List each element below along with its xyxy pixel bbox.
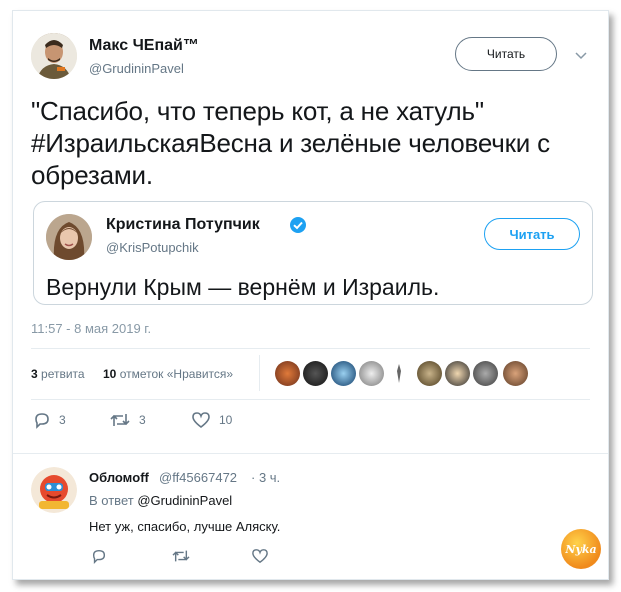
liker-avatar[interactable] xyxy=(303,361,328,386)
like-action[interactable]: 10 xyxy=(191,411,232,429)
retweets-stat[interactable]: 3 ретвита xyxy=(31,367,85,381)
liker-avatar[interactable] xyxy=(331,361,356,386)
author-avatar[interactable] xyxy=(31,33,77,79)
reply-time[interactable]: · 3 ч. xyxy=(251,470,280,485)
quoted-author-handle[interactable]: @KrisPotupchik xyxy=(106,240,199,255)
reply-text: Нет уж, спасибо, лучше Аляску. xyxy=(89,519,281,534)
reply-icon xyxy=(35,413,49,429)
heart-icon xyxy=(192,412,210,429)
author-avatar-picture xyxy=(31,33,77,79)
tweet-text-line: обрезами. xyxy=(31,160,153,190)
quoted-follow-button[interactable]: Читать xyxy=(484,218,580,250)
divider xyxy=(31,399,590,400)
author-name[interactable]: Макс ЧЕпай™ xyxy=(89,37,199,55)
liker-avatar[interactable] xyxy=(473,361,498,386)
liker-avatar[interactable] xyxy=(359,361,384,386)
liker-avatar[interactable] xyxy=(387,361,412,386)
liker-avatar[interactable] xyxy=(275,361,300,386)
author-handle[interactable]: @GrudininPavel xyxy=(89,61,184,76)
retweets-count: 3 xyxy=(31,367,38,381)
retweet-icon xyxy=(110,414,130,426)
reply-avatar-picture xyxy=(31,467,77,513)
verified-icon xyxy=(289,216,307,234)
likes-stat[interactable]: 10 отметок «Нравится» xyxy=(103,367,233,381)
retweet-count: 3 xyxy=(139,413,146,427)
retweet-icon xyxy=(172,550,190,562)
in-reply-to: В ответ @GrudininPavel xyxy=(89,493,232,508)
quoted-follow-button-label: Читать xyxy=(509,226,555,242)
tweet-text-line[interactable]: #ИзраильскаяВесна и зелёные человечки с xyxy=(31,127,601,159)
reply-action[interactable]: 3 xyxy=(33,411,66,429)
quoted-author-name[interactable]: Кристина Потупчик xyxy=(106,216,260,234)
reply-author-handle[interactable]: @ff45667472 xyxy=(159,470,237,485)
reply-retweet-action[interactable] xyxy=(171,548,191,569)
quoted-author-avatar[interactable] xyxy=(46,214,92,260)
watermark-logo: Nyka xyxy=(561,529,601,569)
follow-button[interactable]: Читать xyxy=(455,37,557,71)
quoted-tweet[interactable]: Кристина Потупчик @KrisPotupchik Читать … xyxy=(33,201,593,305)
reply-author-avatar[interactable] xyxy=(31,467,77,513)
tweet-card: Макс ЧЕпай™ @GrudininPavel Читать "Спаси… xyxy=(12,10,609,580)
tweet-timestamp[interactable]: 11:57 - 8 мая 2019 г. xyxy=(31,321,151,336)
in-reply-handle[interactable]: @GrudininPavel xyxy=(137,493,232,508)
section-divider xyxy=(13,453,608,454)
reply-author-name[interactable]: Обломoff xyxy=(89,470,149,485)
quoted-tweet-text: Вернули Крым — вернём и Израиль. xyxy=(46,274,440,300)
chevron-down-icon[interactable] xyxy=(574,48,588,60)
likes-label: отметок «Нравится» xyxy=(119,367,234,381)
quoted-avatar-picture xyxy=(46,214,92,260)
likes-count: 10 xyxy=(103,367,117,381)
reply-icon xyxy=(92,549,106,564)
liker-avatar[interactable] xyxy=(445,361,470,386)
divider xyxy=(31,348,590,349)
liker-avatar[interactable] xyxy=(417,361,442,386)
retweets-label: ретвита xyxy=(41,367,85,381)
reply-count: 3 xyxy=(59,413,66,427)
reply-reply-action[interactable] xyxy=(91,548,107,569)
reply-like-action[interactable] xyxy=(251,548,269,569)
liker-avatar[interactable] xyxy=(503,361,528,386)
follow-button-label: Читать xyxy=(486,47,526,61)
in-reply-prefix: В ответ xyxy=(89,493,134,508)
heart-icon xyxy=(252,549,268,564)
retweet-action[interactable]: 3 xyxy=(109,411,146,429)
tweet-text-line: "Спасибо, что теперь кот, а не хатуль" xyxy=(31,96,484,126)
tweet-text: "Спасибо, что теперь кот, а не хатуль" #… xyxy=(31,95,601,191)
like-count: 10 xyxy=(219,413,233,427)
stats-divider xyxy=(259,355,260,391)
